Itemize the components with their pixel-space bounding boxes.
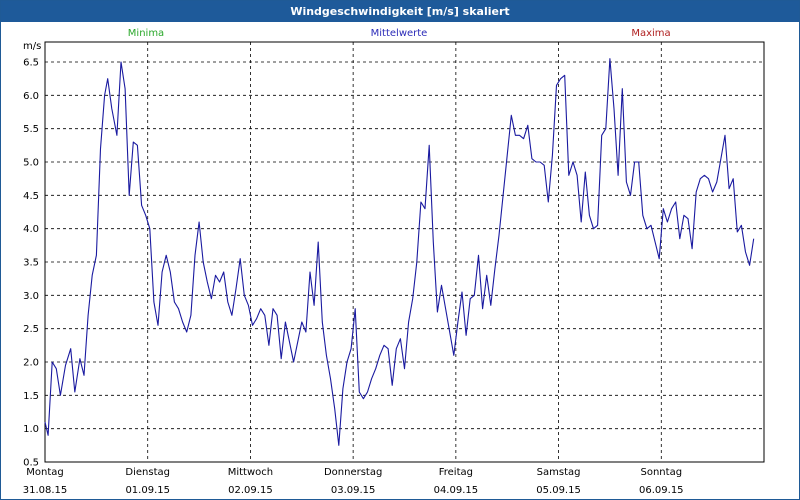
x-tick-day: Dienstag — [125, 467, 170, 478]
y-tick-label: 3.0 — [23, 291, 39, 302]
y-tick-label: 2.0 — [23, 358, 39, 369]
y-tick-label: 1.5 — [23, 391, 39, 402]
y-tick-label: 2.5 — [23, 324, 39, 335]
y-tick-label: 4.0 — [23, 224, 39, 235]
plot-area — [44, 41, 765, 463]
x-tick-date: 01.09.15 — [125, 485, 170, 496]
x-tick-day: Donnerstag — [324, 467, 382, 478]
x-axis-ticks: Montag 31.08.15 Dienstag 01.09.15 Mittwoch 02… — [23, 467, 684, 496]
y-tick-label: 5.5 — [23, 124, 39, 135]
legend-min: Minima — [128, 28, 164, 39]
x-tick-date: 02.09.15 — [228, 485, 273, 496]
y-tick-label: 3.5 — [23, 258, 39, 269]
chart-title: Windgeschwindigkeit [m/s] skaliert — [1, 1, 799, 22]
y-axis-unit: m/s — [23, 41, 41, 52]
y-tick-label: 4.5 — [23, 191, 39, 202]
x-tick-day: Freitag — [439, 467, 473, 478]
x-tick-date: 31.08.15 — [23, 485, 68, 496]
y-tick-label: 6.0 — [23, 91, 39, 102]
chart-window: Windgeschwindigkeit [m/s] skaliert Minim… — [0, 0, 800, 500]
x-tick-day: Montag — [26, 467, 63, 478]
legend-mean: Mittelwerte — [371, 28, 428, 39]
y-axis-ticks: 0.51.01.52.02.53.03.54.04.55.05.56.06.5 — [23, 58, 39, 469]
y-tick-label: 6.5 — [23, 58, 39, 69]
x-tick-date: 06.09.15 — [639, 485, 684, 496]
legend-max: Maxima — [631, 28, 670, 39]
x-tick-day: Samstag — [537, 467, 581, 478]
x-tick-date: 03.09.15 — [331, 485, 376, 496]
x-tick-date: 05.09.15 — [536, 485, 581, 496]
x-tick-day: Sonntag — [641, 467, 683, 478]
x-tick-date: 04.09.15 — [434, 485, 479, 496]
y-tick-label: 5.0 — [23, 158, 39, 169]
chart-svg: Minima Mittelwerte Maxima m/s 0.51.01.52… — [23, 28, 765, 496]
x-tick-day: Mittwoch — [228, 467, 273, 478]
y-tick-label: 1.0 — [23, 424, 39, 435]
